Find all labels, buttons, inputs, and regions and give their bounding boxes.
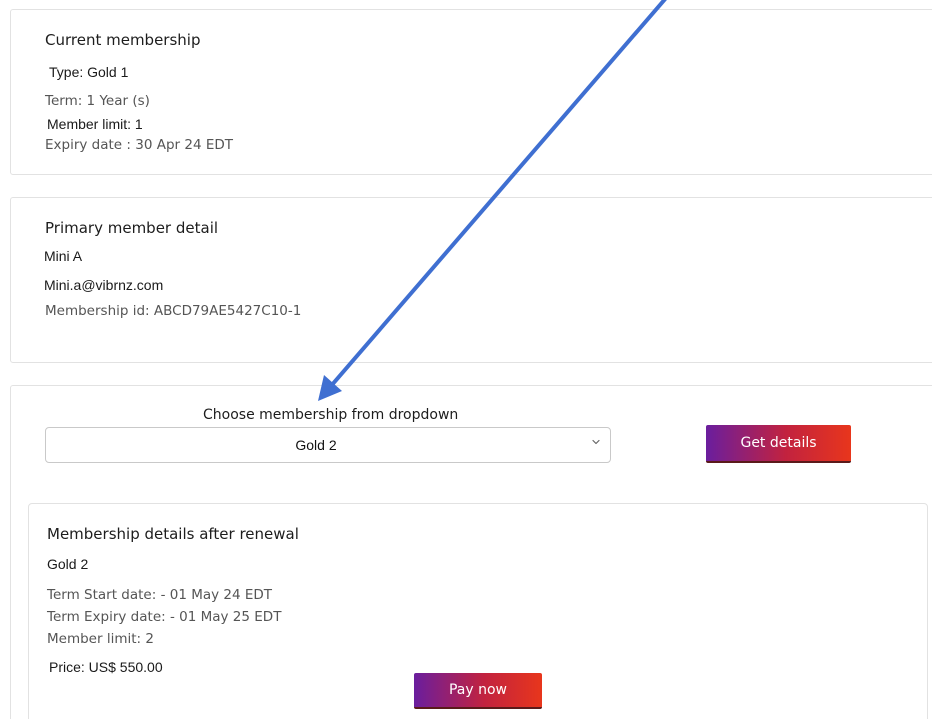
primary-member-name: Mini A — [44, 248, 83, 264]
renewal-heading: Membership details after renewal — [47, 525, 299, 543]
membership-dropdown-value: Gold 2 — [295, 437, 337, 453]
renewal-plan: Gold 2 — [47, 556, 89, 572]
chevron-down-icon — [592, 439, 600, 445]
primary-member-heading: Primary member detail — [45, 219, 219, 237]
membership-type: Type: Gold 1 — [49, 64, 129, 80]
membership-term: Term: 1 Year (s) — [45, 93, 150, 109]
choose-membership-label: Choose membership from dropdown — [203, 407, 459, 423]
membership-id: Membership id: ABCD79AE5427C10-1 — [45, 303, 302, 319]
pay-now-button[interactable]: Pay now — [414, 673, 542, 709]
renewal-member-limit: Member limit: 2 — [47, 631, 154, 647]
membership-dropdown[interactable]: Gold 2 — [45, 427, 611, 463]
membership-expiry-date: Expiry date : 30 Apr 24 EDT — [45, 137, 233, 153]
renewal-term-expiry: Term Expiry date: - 01 May 25 EDT — [47, 609, 282, 625]
membership-member-limit: Member limit: 1 — [47, 116, 143, 132]
get-details-button[interactable]: Get details — [706, 425, 851, 463]
current-membership-heading: Current membership — [45, 31, 201, 49]
renewal-price: Price: US$ 550.00 — [49, 659, 163, 675]
primary-member-email: Mini.a@vibrnz.com — [44, 277, 164, 293]
renewal-term-start: Term Start date: - 01 May 24 EDT — [47, 587, 273, 603]
